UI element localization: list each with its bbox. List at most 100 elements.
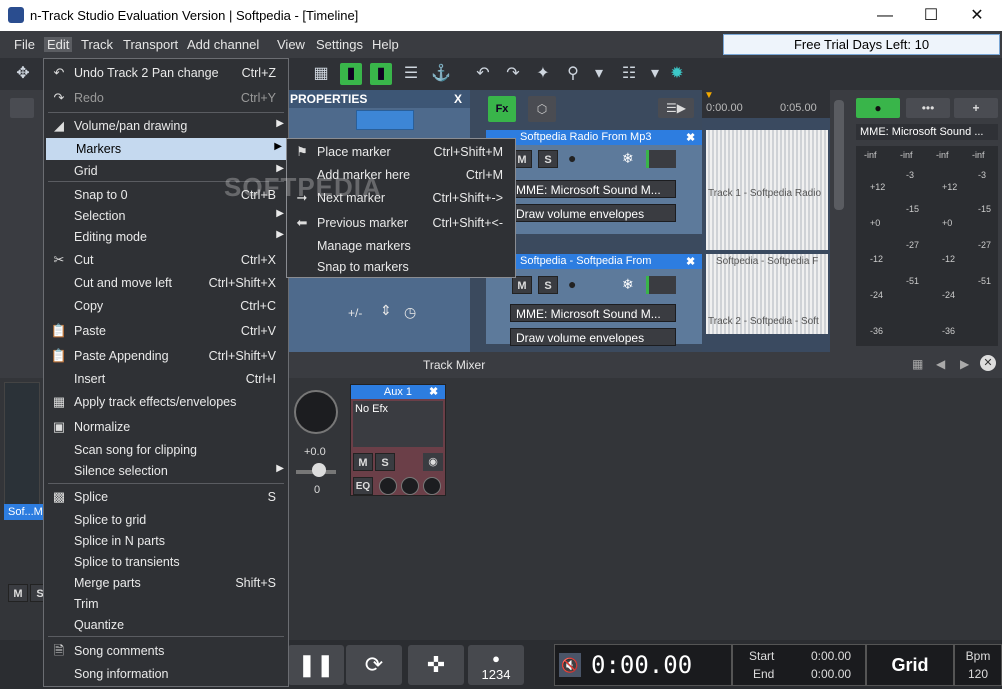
- solo-button[interactable]: S: [375, 453, 395, 471]
- time-ruler[interactable]: 0:00.00 0:05.00 ▼: [702, 90, 830, 118]
- close-icon[interactable]: ✖: [686, 131, 695, 144]
- volume-slider-thumb[interactable]: [312, 463, 326, 477]
- menu-item-paste[interactable]: 📋 Paste Ctrl+V: [44, 320, 288, 342]
- mute-button[interactable]: M: [8, 584, 28, 602]
- color-swatch[interactable]: [356, 110, 414, 130]
- menu-item-apply-effects[interactable]: ▦ Apply track effects/envelopes: [44, 391, 288, 413]
- snap-toggle-icon[interactable]: ▮: [340, 63, 362, 85]
- menu-item-volume-pan-drawing[interactable]: ◢ Volume/pan drawing ▶: [44, 115, 288, 137]
- menu-item-copy[interactable]: Copy Ctrl+C: [44, 295, 288, 317]
- track-2-envelope-button[interactable]: Draw volume envelopes: [510, 328, 676, 346]
- close-icon[interactable]: ✕: [980, 355, 996, 371]
- bpm-display[interactable]: Bpm 120: [954, 644, 1002, 686]
- menu-item-markers[interactable]: Markers ▶: [46, 138, 286, 160]
- chevron-down-icon[interactable]: ▾: [588, 63, 610, 85]
- track-1-name[interactable]: Softpedia Radio From Mp3: [486, 130, 702, 145]
- link-icon[interactable]: ◉: [423, 453, 443, 471]
- undo-icon[interactable]: ↶: [472, 63, 494, 85]
- marker-tool-icon[interactable]: ⚓: [430, 63, 452, 85]
- menu-item-trim[interactable]: Trim: [44, 593, 288, 615]
- menu-item-normalize[interactable]: ▣ Normalize: [44, 416, 288, 438]
- tuner-icon[interactable]: ✹: [666, 63, 688, 85]
- track-1-clip[interactable]: Track 1 - Softpedia Radio: [706, 130, 828, 250]
- menu-item-splice-n-parts[interactable]: Splice in N parts: [44, 530, 288, 552]
- clock-icon[interactable]: ◷: [404, 304, 416, 321]
- chevron-right-icon[interactable]: ▶: [960, 357, 969, 371]
- move-tool-icon[interactable]: ✥: [12, 63, 34, 85]
- tuning-fork-icon[interactable]: ✜: [408, 645, 464, 685]
- solo-button[interactable]: S: [538, 276, 558, 294]
- menu-settings[interactable]: Settings: [316, 37, 363, 52]
- grid-icon[interactable]: ▦: [310, 63, 332, 85]
- menu-item-paste-appending[interactable]: 📋 Paste Appending Ctrl+Shift+V: [44, 345, 288, 367]
- menu-item-quantize[interactable]: Quantize: [44, 614, 288, 636]
- menu-item-insert[interactable]: Insert Ctrl+I: [44, 368, 288, 390]
- playhead-icon[interactable]: ▼: [704, 90, 714, 101]
- magic-wand-icon[interactable]: ✦: [532, 63, 554, 85]
- plusminus-label[interactable]: +/-: [348, 306, 362, 320]
- mute-button[interactable]: M: [353, 453, 373, 471]
- aux-knob[interactable]: [423, 477, 441, 495]
- track-2-device[interactable]: MME: Microsoft Sound M...: [510, 304, 676, 322]
- menu-item-editing-mode[interactable]: Editing mode ▶: [44, 226, 288, 248]
- menu-item-song-comments[interactable]: 🗎 Song comments: [44, 640, 288, 662]
- mute-button[interactable]: M: [512, 276, 532, 294]
- pause-button[interactable]: ❚❚: [288, 645, 344, 685]
- close-button[interactable]: ✕: [954, 4, 1000, 28]
- menu-item-place-marker[interactable]: ⚑ Place marker Ctrl+Shift+M: [287, 141, 515, 163]
- menu-item-snap-to-markers[interactable]: Snap to markers: [287, 256, 515, 278]
- add-button[interactable]: +: [954, 98, 998, 118]
- close-icon[interactable]: ✖: [686, 255, 695, 268]
- aux-knob[interactable]: [401, 477, 419, 495]
- track-2-clip[interactable]: Softpedia - Softpedia F Track 2 - Softpe…: [706, 254, 828, 334]
- menu-item-splice[interactable]: ▩ Splice S: [44, 486, 288, 508]
- snowflake-icon[interactable]: ❄: [622, 150, 634, 167]
- time-display[interactable]: 🔇 0:00.00: [554, 644, 732, 686]
- menu-item-merge-parts[interactable]: Merge parts Shift+S: [44, 572, 288, 594]
- add-track-icon[interactable]: ☷: [618, 63, 640, 85]
- tracks-icon[interactable]: ☰: [400, 63, 422, 85]
- loop-toggle-icon[interactable]: ▮: [370, 63, 392, 85]
- redo-icon[interactable]: ↷: [502, 63, 524, 85]
- menu-item-cut-and-move-left[interactable]: Cut and move left Ctrl+Shift+X: [44, 272, 288, 294]
- menu-item-splice-transients[interactable]: Splice to transients: [44, 551, 288, 573]
- track-menu-icon[interactable]: ☰▶: [658, 98, 694, 118]
- menu-add-channel[interactable]: Add channel: [187, 37, 259, 52]
- snowflake-icon[interactable]: ❄: [622, 276, 634, 293]
- menu-item-manage-markers[interactable]: Manage markers: [287, 235, 515, 257]
- track-2-name[interactable]: Softpedia - Softpedia From: [486, 254, 702, 269]
- menu-view[interactable]: View: [277, 37, 305, 52]
- record-arm-button[interactable]: [10, 98, 34, 118]
- maximize-button[interactable]: ☐: [908, 4, 954, 28]
- menu-file[interactable]: File: [14, 37, 35, 52]
- updown-icon[interactable]: ⇕: [380, 302, 392, 319]
- solo-button[interactable]: S: [538, 150, 558, 168]
- menu-item-splice-to-grid[interactable]: Splice to grid: [44, 509, 288, 531]
- menu-transport[interactable]: Transport: [123, 37, 178, 52]
- menu-item-redo[interactable]: ↷ Redo Ctrl+Y: [44, 87, 288, 109]
- menu-item-silence-selection[interactable]: Silence selection ▶: [44, 460, 288, 482]
- aux-effects[interactable]: No Efx: [353, 401, 443, 447]
- menu-item-previous-marker[interactable]: ⬅ Previous marker Ctrl+Shift+<-: [287, 212, 515, 234]
- menu-item-undo[interactable]: ↶ Undo Track 2 Pan change Ctrl+Z: [44, 62, 288, 84]
- vertical-scrollbar[interactable]: [830, 90, 848, 352]
- record-icon[interactable]: ●: [568, 150, 576, 166]
- minimize-button[interactable]: —: [862, 4, 908, 28]
- menu-help[interactable]: Help: [372, 37, 399, 52]
- metronome-button[interactable]: ● 1234: [468, 645, 524, 685]
- menu-item-song-information[interactable]: Song information: [44, 663, 288, 685]
- chevron-down-icon[interactable]: ▾: [644, 63, 666, 85]
- volume-icon[interactable]: ⬡: [528, 96, 556, 122]
- plugin-icon[interactable]: ⚲: [562, 63, 584, 85]
- scroll-thumb[interactable]: [834, 100, 844, 210]
- track-1-envelope-button[interactable]: Draw volume envelopes: [510, 204, 676, 222]
- master-device[interactable]: MME: Microsoft Sound ...: [856, 124, 998, 140]
- track-1-device[interactable]: MME: Microsoft Sound M...: [510, 180, 676, 198]
- chevron-left-icon[interactable]: ◀: [936, 357, 945, 371]
- menu-item-scan-clipping[interactable]: Scan song for clipping: [44, 439, 288, 461]
- aux-knob[interactable]: [379, 477, 397, 495]
- eq-button[interactable]: EQ: [353, 477, 373, 495]
- menu-item-cut[interactable]: ✂ Cut Ctrl+X: [44, 249, 288, 271]
- grid-button[interactable]: Grid: [866, 644, 954, 686]
- fx-button[interactable]: Fx: [488, 96, 516, 122]
